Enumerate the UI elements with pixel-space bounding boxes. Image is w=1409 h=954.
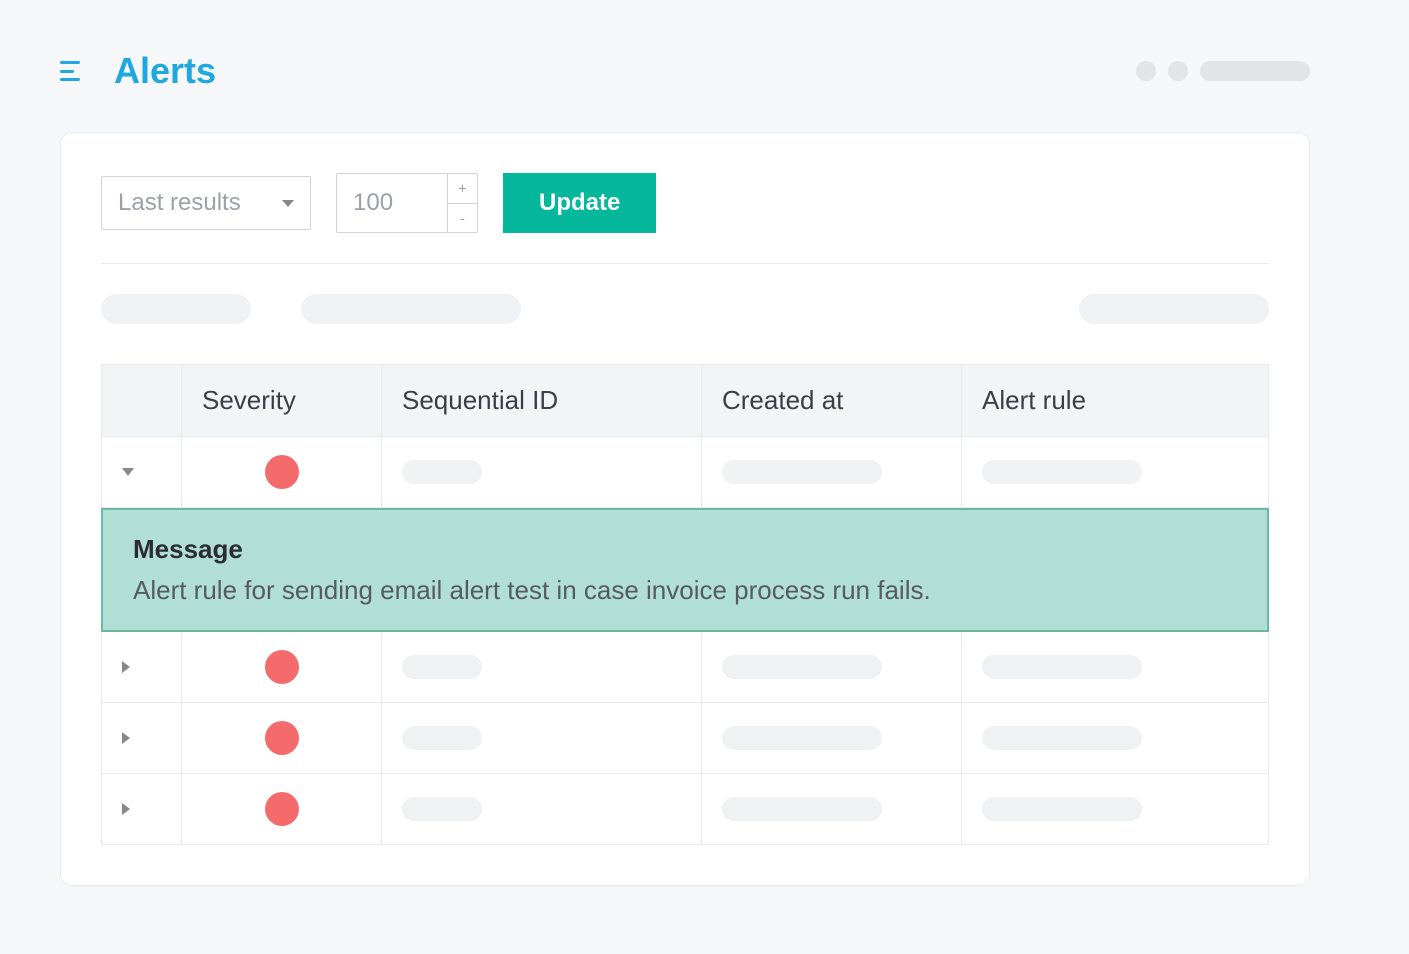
placeholder — [402, 726, 482, 750]
message-body: Alert rule for sending email alert test … — [133, 575, 1237, 606]
filter-bar: Last results + - Update — [101, 173, 1269, 264]
placeholder — [722, 797, 882, 821]
message-heading: Message — [133, 534, 1237, 565]
severity-indicator-icon — [265, 650, 299, 684]
expand-toggle[interactable] — [122, 803, 130, 815]
count-decrement[interactable]: - — [448, 204, 477, 233]
placeholder — [1079, 294, 1269, 324]
table-row — [101, 703, 1269, 774]
placeholder — [722, 655, 882, 679]
placeholder — [402, 797, 482, 821]
results-select[interactable]: Last results — [101, 176, 311, 230]
table-row — [101, 632, 1269, 703]
alerts-table: Severity Sequential ID Created at Alert … — [101, 364, 1269, 845]
expand-toggle[interactable] — [122, 468, 134, 476]
table-row — [101, 437, 1269, 508]
header-placeholder-dot — [1168, 61, 1188, 81]
placeholder — [402, 460, 482, 484]
severity-indicator-icon — [265, 455, 299, 489]
table-row — [101, 774, 1269, 845]
toolbar-placeholder-row — [101, 294, 1269, 324]
severity-indicator-icon — [265, 792, 299, 826]
placeholder — [402, 655, 482, 679]
placeholder — [722, 726, 882, 750]
th-created-at: Created at — [702, 365, 962, 436]
placeholder — [982, 460, 1142, 484]
menu-icon[interactable] — [60, 61, 84, 81]
expand-toggle[interactable] — [122, 661, 130, 673]
header-placeholder-pill — [1200, 61, 1310, 81]
placeholder — [722, 460, 882, 484]
placeholder — [982, 726, 1142, 750]
table-head: Severity Sequential ID Created at Alert … — [101, 364, 1269, 437]
update-button[interactable]: Update — [503, 173, 656, 233]
placeholder — [101, 294, 251, 324]
placeholder — [982, 797, 1142, 821]
count-input[interactable] — [337, 174, 447, 232]
content-card: Last results + - Update Severity Sequent… — [60, 132, 1310, 886]
expand-toggle[interactable] — [122, 732, 130, 744]
header-placeholder-dot — [1136, 61, 1156, 81]
count-stepper: + - — [336, 173, 478, 233]
page-title: Alerts — [114, 50, 216, 92]
app-window: Alerts Last results + - Update — [20, 20, 1350, 910]
count-increment[interactable]: + — [448, 174, 477, 204]
severity-indicator-icon — [265, 721, 299, 755]
header: Alerts — [60, 50, 1310, 92]
th-expand — [102, 365, 182, 436]
header-actions — [1136, 61, 1310, 81]
th-alert-rule: Alert rule — [962, 365, 1268, 436]
placeholder — [301, 294, 521, 324]
chevron-down-icon — [282, 200, 294, 207]
th-severity: Severity — [182, 365, 382, 436]
results-select-label: Last results — [118, 189, 241, 217]
message-panel: Message Alert rule for sending email ale… — [101, 508, 1269, 632]
placeholder — [982, 655, 1142, 679]
th-sequential-id: Sequential ID — [382, 365, 702, 436]
